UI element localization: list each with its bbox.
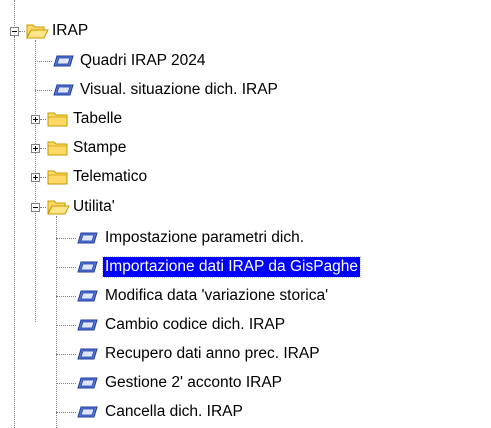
tree-connector xyxy=(14,0,15,26)
program-icon xyxy=(77,319,98,331)
tree-connector xyxy=(56,325,76,326)
program-icon xyxy=(53,55,74,67)
tree-connector xyxy=(35,90,52,91)
program-icon xyxy=(77,377,98,389)
open-folder-icon xyxy=(26,24,49,39)
tree-item-utilita[interactable]: Utilita' xyxy=(71,197,117,217)
tree-connector xyxy=(56,238,76,239)
expand-toggle-stampe[interactable] xyxy=(31,144,40,153)
tree-connector xyxy=(56,296,76,297)
tree-connector xyxy=(35,61,52,62)
tree-item-recupero-dati[interactable]: Recupero dati anno prec. IRAP xyxy=(103,344,322,364)
program-icon xyxy=(77,290,98,302)
tree-item-modifica-data[interactable]: Modifica data 'variazione storica' xyxy=(103,286,330,306)
tree-item-importazione-dati-selected[interactable]: Importazione dati IRAP da GisPaghe xyxy=(101,256,362,278)
tree-connector xyxy=(56,383,76,384)
program-icon xyxy=(77,406,98,418)
tree-view[interactable]: IRAP Quadri IRAP 2024 Visual. situazione… xyxy=(0,0,491,428)
program-icon xyxy=(77,261,98,273)
tree-connector xyxy=(56,216,57,428)
tree-item-cambio-codice[interactable]: Cambio codice dich. IRAP xyxy=(103,315,287,335)
program-icon xyxy=(77,232,98,244)
folder-icon xyxy=(47,112,68,127)
tree-item-cancella-dich[interactable]: Cancella dich. IRAP xyxy=(103,402,245,422)
expand-toggle-telematico[interactable] xyxy=(31,173,40,182)
expand-toggle-tabelle[interactable] xyxy=(31,115,40,124)
tree-item-quadri-irap-2024[interactable]: Quadri IRAP 2024 xyxy=(78,51,208,71)
program-icon xyxy=(53,84,74,96)
tree-connector xyxy=(56,412,76,413)
tree-item-stampe[interactable]: Stampe xyxy=(71,138,128,158)
tree-item-irap[interactable]: IRAP xyxy=(50,21,90,41)
collapse-toggle-utilita[interactable] xyxy=(31,203,40,212)
program-icon xyxy=(77,348,98,360)
tree-item-telematico[interactable]: Telematico xyxy=(71,167,149,187)
tree-connector xyxy=(56,267,76,268)
tree-item-visual-situazione[interactable]: Visual. situazione dich. IRAP xyxy=(78,80,280,100)
tree-item-impostazione-parametri[interactable]: Impostazione parametri dich. xyxy=(103,228,306,248)
collapse-toggle-irap[interactable] xyxy=(10,27,19,36)
tree-item-tabelle[interactable]: Tabelle xyxy=(71,109,124,129)
tree-item-gestione-acconto[interactable]: Gestione 2' acconto IRAP xyxy=(103,373,284,393)
open-folder-icon xyxy=(47,200,70,215)
tree-connector xyxy=(56,354,76,355)
folder-icon xyxy=(47,170,68,185)
tree-connector xyxy=(14,36,15,428)
folder-icon xyxy=(47,141,68,156)
